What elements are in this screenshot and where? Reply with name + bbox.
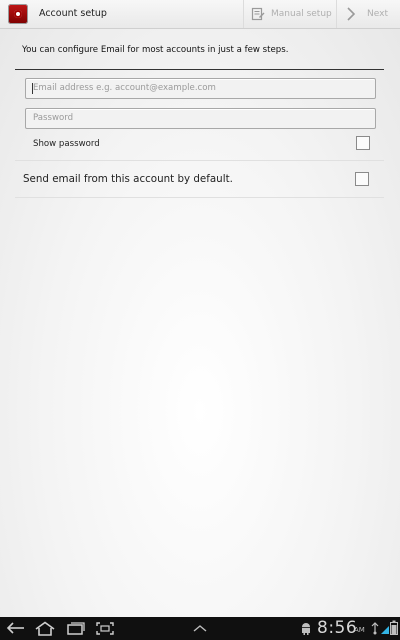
page-title: Account setup [39, 8, 107, 19]
chevron-up-icon[interactable] [192, 623, 208, 633]
system-nav-bar: 8:56 AM [0, 617, 400, 640]
action-separator [243, 0, 244, 28]
password-placeholder: Password [33, 113, 74, 123]
battery-icon [390, 620, 398, 635]
next-button[interactable]: Next [346, 7, 388, 21]
divider [15, 197, 384, 198]
android-icon [302, 623, 310, 635]
show-password-checkbox[interactable] [356, 136, 370, 150]
screenshot-icon[interactable] [95, 621, 115, 636]
password-field[interactable]: Password [25, 108, 376, 129]
next-label: Next [367, 9, 388, 19]
clock-ampm: AM [354, 626, 365, 634]
usb-icon [371, 622, 379, 635]
show-password-label: Show password [33, 139, 100, 149]
action-bar: Account setup Manual setup Next [0, 0, 400, 29]
home-icon[interactable] [34, 621, 56, 636]
manual-setup-icon [251, 7, 265, 21]
manual-setup-label: Manual setup [271, 9, 332, 19]
manual-setup-button[interactable]: Manual setup [251, 7, 332, 21]
default-account-checkbox[interactable] [355, 172, 369, 186]
default-account-label: Send email from this account by default. [23, 173, 233, 185]
email-app-icon[interactable] [8, 4, 28, 24]
clock-time: 8:56 [317, 618, 358, 638]
email-field[interactable]: Email address e.g. account@example.com [25, 78, 376, 99]
wifi-icon [381, 626, 389, 634]
recent-apps-icon[interactable] [66, 621, 86, 636]
chevron-right-icon [347, 7, 356, 21]
header-rule [15, 69, 384, 70]
divider [15, 160, 384, 161]
account-setup-form: You can configure Email for most account… [0, 29, 400, 617]
intro-text: You can configure Email for most account… [22, 45, 289, 55]
back-icon[interactable] [6, 621, 26, 636]
action-separator [336, 0, 337, 28]
email-placeholder: Email address e.g. account@example.com [33, 83, 216, 93]
